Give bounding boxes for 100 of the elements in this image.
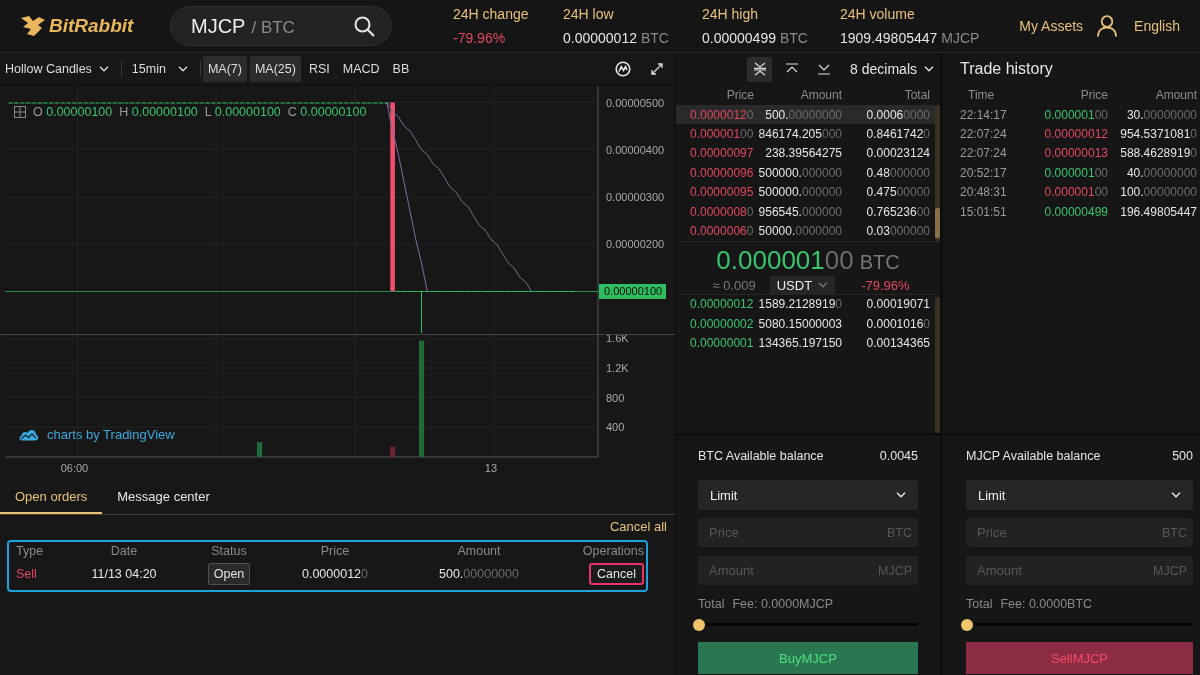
- bid-amount: 5080.15000003: [757, 316, 842, 331]
- brand-name: BitRabbit: [49, 15, 134, 37]
- stat-label: 24H low: [563, 6, 615, 22]
- pair-search-field[interactable]: MJCP / BTC: [170, 6, 392, 46]
- ask-row[interactable]: 0.00000120 500.00000000 0.00060000: [676, 105, 935, 125]
- stat-value: 1909.49805447: [840, 30, 938, 46]
- book-view-button[interactable]: [747, 56, 773, 82]
- ohlc-reading: O 0.00000100: [33, 105, 113, 119]
- cancel-order-button[interactable]: Cancel: [589, 563, 644, 585]
- trade-price: 0.00000499: [1043, 204, 1108, 219]
- column-header: Operations: [581, 544, 644, 558]
- price-unit: BTC: [859, 250, 900, 274]
- order-date-cell-text: 11/13 04:20: [90, 567, 158, 581]
- balance-value: 500: [1172, 449, 1194, 463]
- order-type-select[interactable]: Limit: [966, 480, 1194, 510]
- trade-time: 22:14:17: [960, 107, 1008, 122]
- decimals-dropdown[interactable]: 8 decimals: [850, 61, 934, 77]
- wave-circle-icon[interactable]: [615, 61, 631, 77]
- ask-price: 0.00000080: [690, 204, 754, 219]
- trade-price: 0.00000012: [1043, 127, 1108, 142]
- chevron-down-icon: [924, 66, 934, 72]
- indicator-button[interactable]: MA(25): [249, 56, 301, 82]
- stat-value: 0.00000499: [702, 30, 776, 46]
- column-header: Total: [903, 88, 930, 102]
- logo-icon: [20, 15, 46, 37]
- indicator-button[interactable]: MA(7): [202, 56, 247, 82]
- stat-unit: BTC: [779, 30, 808, 46]
- grid-icon[interactable]: [14, 106, 26, 118]
- ask-total: 0.00060000: [865, 107, 930, 122]
- column-header: Amount: [456, 544, 502, 558]
- expand-icon[interactable]: [651, 63, 663, 75]
- pair-base: MJCP: [191, 14, 246, 39]
- trade-amount: 588.46289190: [1119, 146, 1197, 161]
- my-assets-link[interactable]: My Assets: [1019, 18, 1084, 34]
- pair-quote: / BTC: [251, 18, 295, 38]
- ohlc-reading: C 0.00000100: [287, 105, 367, 119]
- chart-type-dropdown[interactable]: Hollow Candles: [5, 56, 109, 82]
- ask-total: 0.00023124: [865, 146, 930, 161]
- column-header: Date: [109, 544, 139, 558]
- chevron-down-icon: [1171, 492, 1182, 498]
- volume-bar: [390, 446, 396, 457]
- ask-amount: 238.39564275: [764, 146, 842, 161]
- bid-price: 0.00000001: [690, 336, 754, 351]
- scrollbar[interactable]: [935, 105, 940, 241]
- stat-unit: MJCP: [941, 30, 980, 46]
- axis-label: 0.00000200: [606, 238, 665, 251]
- ask-row[interactable]: 0.00000096 500000.000000 0.48000000: [676, 163, 935, 183]
- total-label: Total: [966, 596, 993, 611]
- ask-price: 0.00000095: [690, 185, 754, 200]
- ohlc-reading: H 0.00000100: [119, 105, 198, 119]
- balance-label: BTC Available balance: [698, 449, 824, 463]
- trade-price: 0.00000013: [1043, 146, 1108, 161]
- orders-tab[interactable]: Open orders: [0, 481, 103, 514]
- slider-handle[interactable]: [693, 619, 705, 631]
- ask-price: 0.00000120: [690, 107, 754, 122]
- ask-row[interactable]: 0.00000080 956545.000000 0.76523600: [676, 201, 935, 222]
- cancel-all-link[interactable]: Cancel all: [609, 519, 667, 537]
- indicator-button[interactable]: BB: [387, 56, 415, 82]
- total-label: Total: [698, 596, 725, 611]
- column-header: Time: [967, 88, 996, 102]
- indicator-button[interactable]: MACD: [337, 56, 385, 82]
- ask-total: 0.47500000: [865, 185, 930, 200]
- currency-dropdown[interactable]: USDT: [769, 275, 836, 295]
- attribution-link[interactable]: charts by TradingView: [47, 427, 175, 442]
- bid-total: 0.00019071: [865, 297, 930, 312]
- language-link[interactable]: English: [1134, 18, 1180, 34]
- ask-price: 0.00000096: [690, 165, 754, 180]
- trade-time: 20:52:17: [960, 165, 1008, 180]
- bid-amount: 134365.197150: [757, 336, 842, 351]
- bid-total: 0.00010160: [865, 316, 930, 331]
- ask-row[interactable]: 0.00000100 846174.205000 0.84617420: [676, 124, 935, 144]
- order-price-cell-text: 0.00000120: [300, 567, 369, 581]
- axis-label: 0.00000400: [606, 143, 665, 156]
- slider-handle[interactable]: [961, 619, 973, 631]
- chevron-down-icon: [818, 282, 829, 289]
- search-icon[interactable]: [354, 15, 375, 37]
- indicator-button[interactable]: RSI: [303, 56, 335, 82]
- order-type-select[interactable]: Limit: [698, 480, 918, 510]
- orders-tab[interactable]: Message center: [102, 481, 225, 514]
- panel-title: Trade history: [959, 59, 1054, 79]
- axis-label: 1.2K: [606, 362, 629, 374]
- trade-price: 0.00000100: [1043, 185, 1108, 200]
- axis-label: 13: [484, 462, 498, 474]
- trade-time: 22:07:24: [960, 127, 1008, 142]
- interval-dropdown[interactable]: 15min: [131, 56, 188, 82]
- axis-label: 1.6K: [606, 335, 629, 345]
- order-amount-cell-text: 500.00000000: [438, 567, 520, 581]
- ask-price: 0.00000100: [690, 127, 754, 142]
- stat-unit: BTC: [640, 30, 669, 46]
- column-header: Price: [725, 88, 754, 102]
- scrollbar[interactable]: [935, 296, 940, 433]
- ask-row[interactable]: 0.00000097 238.39564275 0.00023124: [676, 143, 935, 164]
- current-price-label: 0.00000100: [599, 284, 666, 299]
- approx-value: ≈ 0.009: [712, 277, 756, 293]
- bid-price: 0.00000012: [690, 297, 754, 312]
- ask-row[interactable]: 0.00000095 500000.000000 0.47500000: [676, 182, 935, 202]
- user-icon[interactable]: [1097, 15, 1118, 37]
- ask-amount: 956545.000000: [757, 204, 842, 219]
- ask-row[interactable]: 0.00000060 50000.0000000 0.03000000: [676, 221, 935, 241]
- ask-total: 0.84617420: [865, 127, 930, 142]
